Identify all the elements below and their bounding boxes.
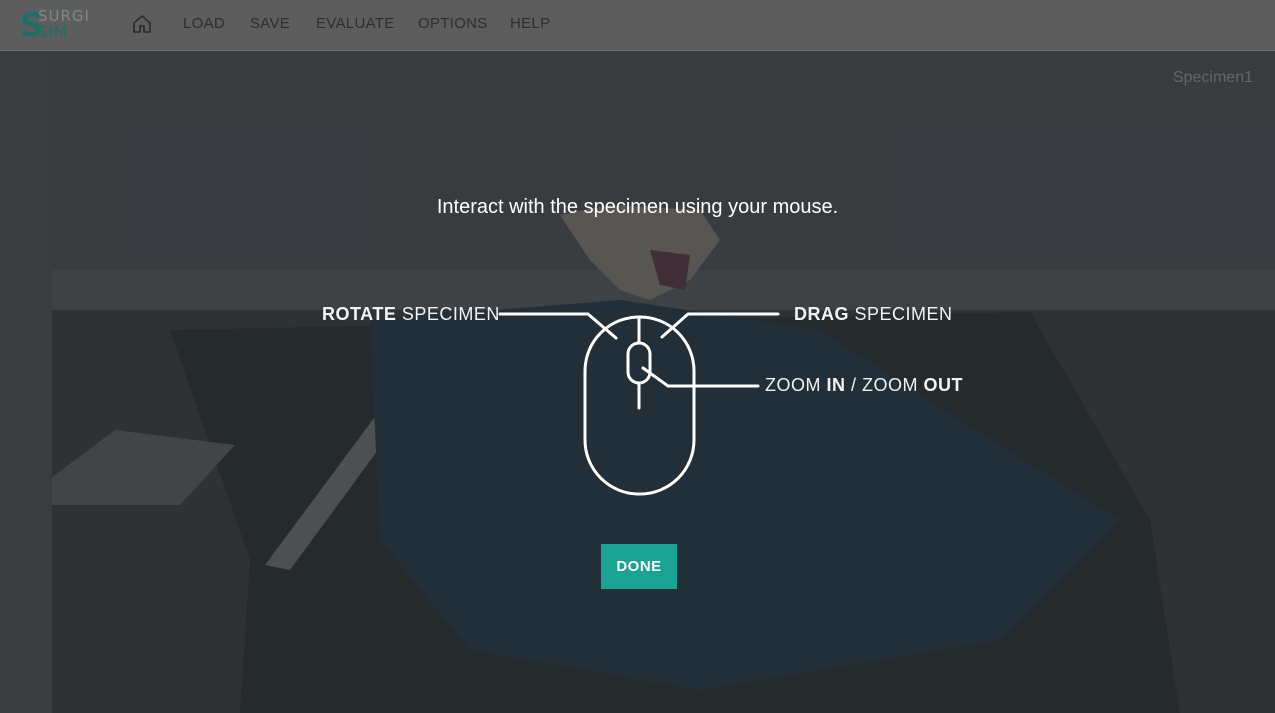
mouse-wheel-icon — [626, 341, 652, 385]
mouse-diagram — [498, 312, 780, 496]
done-button[interactable]: DONE — [601, 544, 677, 589]
